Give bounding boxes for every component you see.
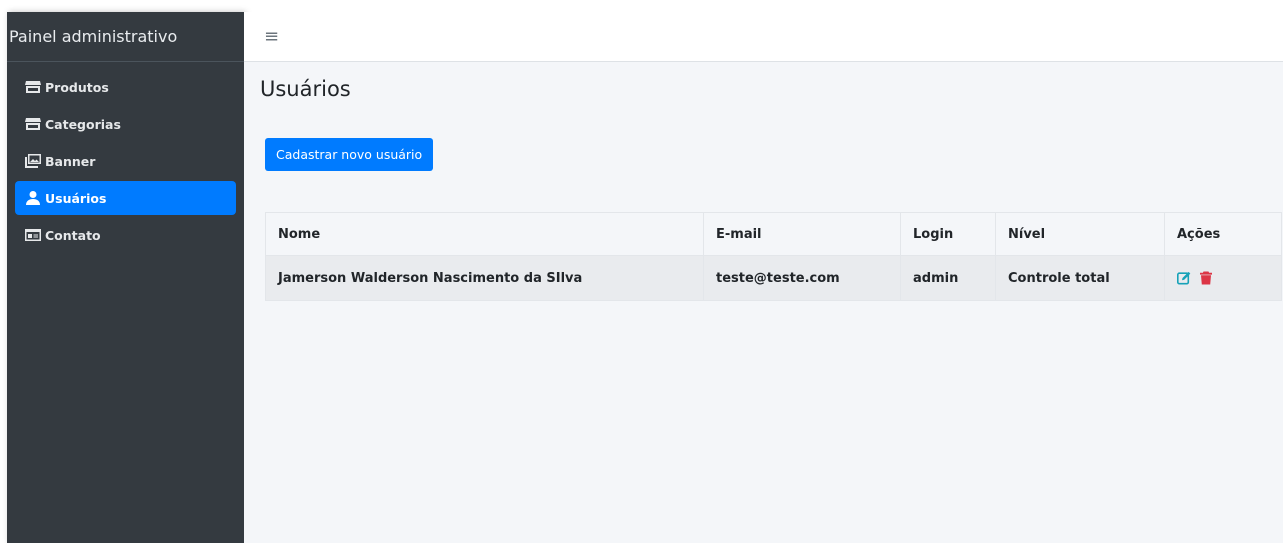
cell-nome: Jamerson Walderson Nascimento da SIlva bbox=[265, 255, 704, 301]
trash-icon[interactable] bbox=[1199, 271, 1213, 285]
sidebar-item-contato[interactable]: Contato bbox=[15, 218, 236, 252]
id-card-icon bbox=[25, 228, 41, 242]
column-header-email: E-mail bbox=[703, 212, 901, 256]
column-header-nome: Nome bbox=[265, 212, 704, 256]
users-table: Nome E-mail Login Nível Ações Jamerson W… bbox=[265, 212, 1282, 301]
sidebar-item-label: Produtos bbox=[45, 79, 109, 95]
column-header-nivel: Nível bbox=[995, 212, 1165, 256]
sidebar-item-produtos[interactable]: Produtos bbox=[15, 70, 236, 104]
table-row: Jamerson Walderson Nascimento da SIlva t… bbox=[265, 255, 1282, 301]
sidebar-item-label: Categorias bbox=[45, 116, 121, 132]
cell-acoes bbox=[1164, 255, 1282, 301]
sidebar-item-categorias[interactable]: Categorias bbox=[15, 107, 236, 141]
cell-nivel: Controle total bbox=[995, 255, 1165, 301]
top-navbar: ≡ bbox=[244, 12, 1283, 62]
add-user-button[interactable]: Cadastrar novo usuário bbox=[265, 138, 434, 171]
sidebar-item-label: Banner bbox=[45, 153, 96, 169]
main-content: Usuários Cadastrar novo usuário Nome E-m… bbox=[244, 62, 1283, 543]
sidebar-item-usuarios[interactable]: Usuários bbox=[15, 181, 236, 215]
brand-title[interactable]: Painel administrativo bbox=[7, 12, 244, 62]
images-icon bbox=[25, 154, 41, 168]
cell-email: teste@teste.com bbox=[703, 255, 901, 301]
store-icon bbox=[25, 117, 41, 131]
cell-login: admin bbox=[900, 255, 996, 301]
column-header-acoes: Ações bbox=[1164, 212, 1282, 256]
row-actions bbox=[1177, 271, 1269, 285]
menu-toggle-icon[interactable]: ≡ bbox=[264, 27, 279, 46]
sidebar-item-label: Usuários bbox=[45, 190, 107, 206]
user-icon bbox=[25, 191, 41, 205]
page-title: Usuários bbox=[260, 77, 351, 101]
column-header-login: Login bbox=[900, 212, 996, 256]
sidebar-item-label: Contato bbox=[45, 227, 101, 243]
edit-icon[interactable] bbox=[1177, 271, 1191, 285]
sidebar-nav: Produtos Categorias Banner Usuários Cont… bbox=[7, 62, 244, 252]
table-header-row: Nome E-mail Login Nível Ações bbox=[265, 212, 1282, 256]
sidebar: Painel administrativo Produtos Categoria… bbox=[7, 12, 244, 543]
sidebar-item-banner[interactable]: Banner bbox=[15, 144, 236, 178]
users-table-wrapper: Nome E-mail Login Nível Ações Jamerson W… bbox=[265, 212, 1282, 301]
store-icon bbox=[25, 80, 41, 94]
